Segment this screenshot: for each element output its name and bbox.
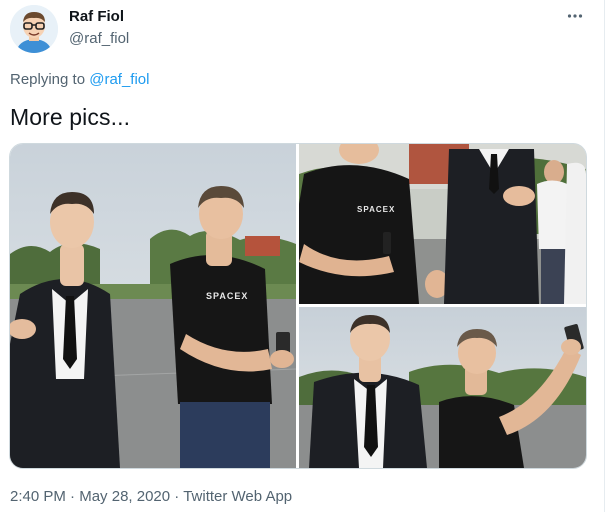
tweet-photo-2[interactable]: SPACEX [299,144,586,304]
reply-mention-link[interactable]: @raf_fiol [89,71,149,88]
meta-separator: · [170,488,184,505]
tweet-time[interactable]: 2:40 PM [10,488,66,505]
tweet-card: Raf Fiol @raf_fiol Replying to @raf_fiol… [0,0,605,512]
replying-to-label: Replying to [10,71,90,88]
author-avatar[interactable] [10,5,58,53]
author-handle[interactable]: @raf_fiol [69,30,129,47]
tweet-meta: 2:40 PM · May 28, 2020 · Twitter Web App [10,488,292,505]
tweet-date[interactable]: May 28, 2020 [79,488,170,505]
tweet-text: More pics... [10,104,131,130]
shirt-logo-text-2: SPACEX [357,205,395,214]
more-options-button[interactable] [560,6,590,26]
cartoon-avatar-icon [10,5,58,53]
tweet-photo-1[interactable]: SPACEX [10,144,296,468]
shirt-logo-text-1: SPACEX [206,291,248,301]
media-grid: SPACEX SPACEX [9,143,587,469]
author-display-name[interactable]: Raf Fiol [69,8,124,25]
meta-separator: · [65,488,80,505]
more-horizontal-icon [567,14,583,18]
tweet-source[interactable]: Twitter Web App [183,488,292,505]
replying-to: Replying to @raf_fiol [10,71,149,88]
tweet-photo-3[interactable] [299,307,586,468]
